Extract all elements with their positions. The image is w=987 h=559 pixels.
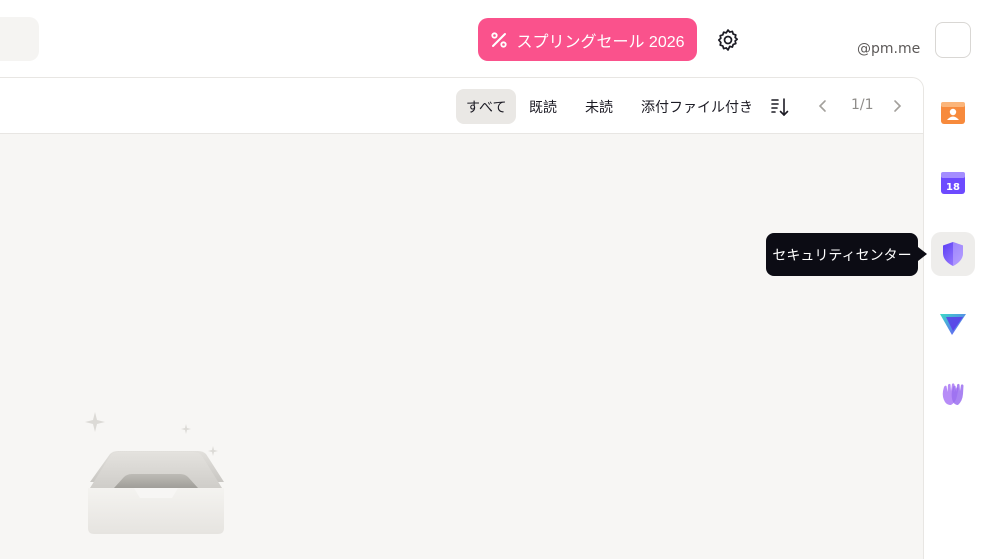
page-indicator: 1/1: [851, 97, 874, 113]
filter-read[interactable]: 既読: [519, 89, 567, 124]
account-email: @pm.me: [857, 41, 921, 57]
percent-icon: [491, 31, 508, 48]
rail-wave-button[interactable]: [931, 372, 975, 416]
contacts-icon: [941, 102, 965, 124]
previous-page-button[interactable]: [812, 95, 834, 117]
empty-inbox-tray-front: [88, 452, 224, 534]
rail-security-center-button[interactable]: [931, 232, 975, 276]
search-bar[interactable]: [0, 17, 39, 61]
security-shield-icon: [943, 242, 963, 266]
gear-icon: [717, 29, 739, 51]
rail-vpn-button[interactable]: [931, 302, 975, 346]
hand-wave-icon: [942, 383, 964, 405]
settings-button[interactable]: [712, 24, 744, 56]
filter-unread[interactable]: 未読: [575, 89, 623, 124]
next-page-button[interactable]: [886, 95, 908, 117]
sort-button[interactable]: [767, 94, 793, 120]
sort-descending-icon: [771, 98, 789, 117]
spring-sale-button[interactable]: スプリングセール 2026: [478, 18, 697, 61]
message-toolbar: すべて 既読 未読 添付ファイル付き 1/1: [0, 78, 923, 134]
account-avatar[interactable]: [935, 22, 971, 58]
spring-sale-label: スプリングセール 2026: [516, 33, 685, 51]
mail-app: スプリングセール 2026 @pm.me すべて 既読 未読 添付ファイル付き: [0, 0, 987, 559]
calendar-day-badge: 18: [946, 182, 960, 193]
calendar-icon: 18: [941, 172, 965, 194]
rail-calendar-button[interactable]: 18: [931, 161, 975, 205]
tooltip-arrow: [918, 247, 927, 261]
vpn-icon: [940, 314, 966, 335]
security-center-tooltip: セキュリティセンター: [766, 233, 918, 276]
apps-rail: 18: [925, 77, 987, 559]
chevron-right-icon: [894, 100, 902, 112]
filter-all[interactable]: すべて: [456, 89, 517, 124]
filter-attachments[interactable]: 添付ファイル付き: [631, 89, 763, 124]
chevron-left-icon: [818, 100, 826, 112]
rail-contacts-button[interactable]: [931, 91, 975, 135]
